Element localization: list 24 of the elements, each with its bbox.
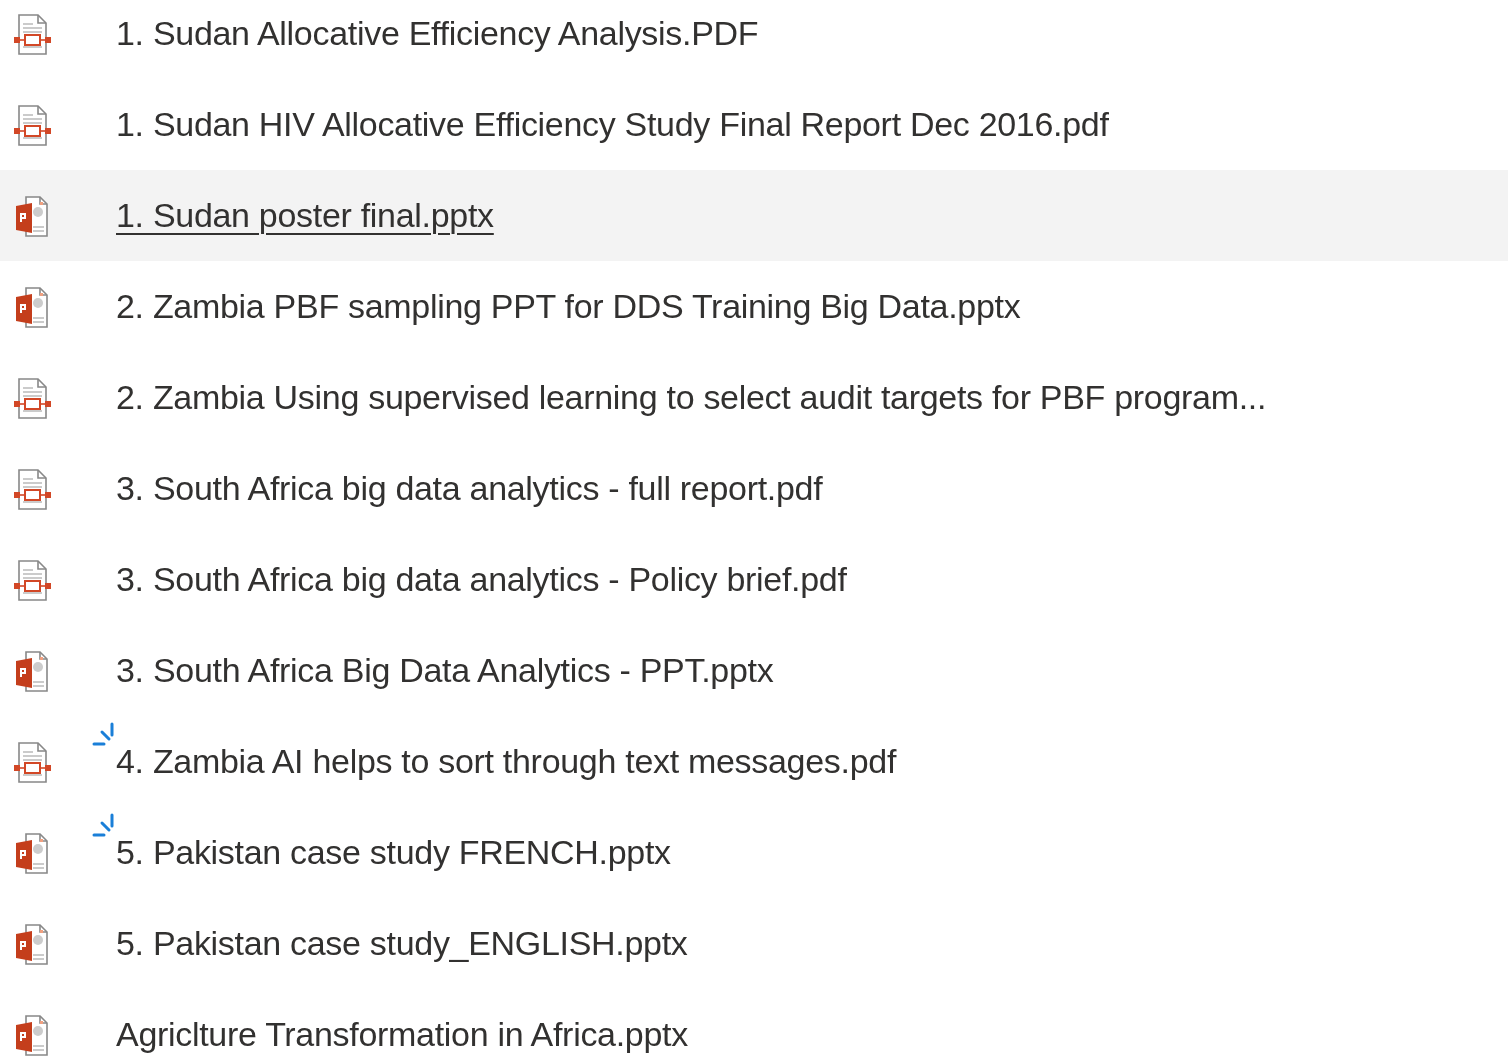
file-row[interactable]: Agriclture Transformation in Africa.pptx [0,989,1508,1056]
file-name[interactable]: 1. Sudan HIV Allocative Efficiency Study Final Report Dec 2016.pdf [116,105,1109,143]
file-row[interactable]: 3. South Africa big data analytics - full report.pdf [0,443,1508,534]
file-row[interactable]: 1. Sudan HIV Allocative Efficiency Study Final Report Dec 2016.pdf [0,79,1508,170]
file-row[interactable]: 3. South Africa Big Data Analytics - PPT.pptx [0,625,1508,716]
file-name[interactable]: 3. South Africa big data analytics - Policy brief.pdf [116,560,847,598]
file-name[interactable]: 3. South Africa Big Data Analytics - PPT.pptx [116,651,774,689]
file-row[interactable]: 5. Pakistan case study_ENGLISH.pptx [0,898,1508,989]
file-row[interactable]: 5. Pakistan case study FRENCH.pptx [0,807,1508,898]
file-name[interactable]: Agriclture Transformation in Africa.pptx [116,1015,688,1053]
file-name[interactable]: 4. Zambia AI helps to sort through text messages.pdf [116,742,897,780]
file-row[interactable]: 2. Zambia Using supervised learning to select audit targets for PBF program... [0,352,1508,443]
file-row[interactable]: 3. South Africa big data analytics - Policy brief.pdf [0,534,1508,625]
file-name[interactable]: 2. Zambia Using supervised learning to select audit targets for PBF program... [116,378,1267,416]
file-row[interactable]: 4. Zambia AI helps to sort through text messages.pdf [0,716,1508,807]
file-name[interactable]: 1. Sudan poster final.pptx [116,196,494,234]
file-name[interactable]: 3. South Africa big data analytics - full report.pdf [116,469,823,507]
file-row[interactable]: 1. Sudan Allocative Efficiency Analysis.PDF [0,0,1508,79]
file-name[interactable]: 5. Pakistan case study_ENGLISH.pptx [116,924,688,962]
file-name[interactable]: 2. Zambia PBF sampling PPT for DDS Training Big Data.pptx [116,287,1021,325]
file-row[interactable]: 2. Zambia PBF sampling PPT for DDS Training Big Data.pptx [0,261,1508,352]
file-name[interactable]: 5. Pakistan case study FRENCH.pptx [116,833,671,871]
file-row[interactable]: 1. Sudan poster final.pptx [0,170,1508,261]
file-name[interactable]: 1. Sudan Allocative Efficiency Analysis.PDF [116,14,759,52]
